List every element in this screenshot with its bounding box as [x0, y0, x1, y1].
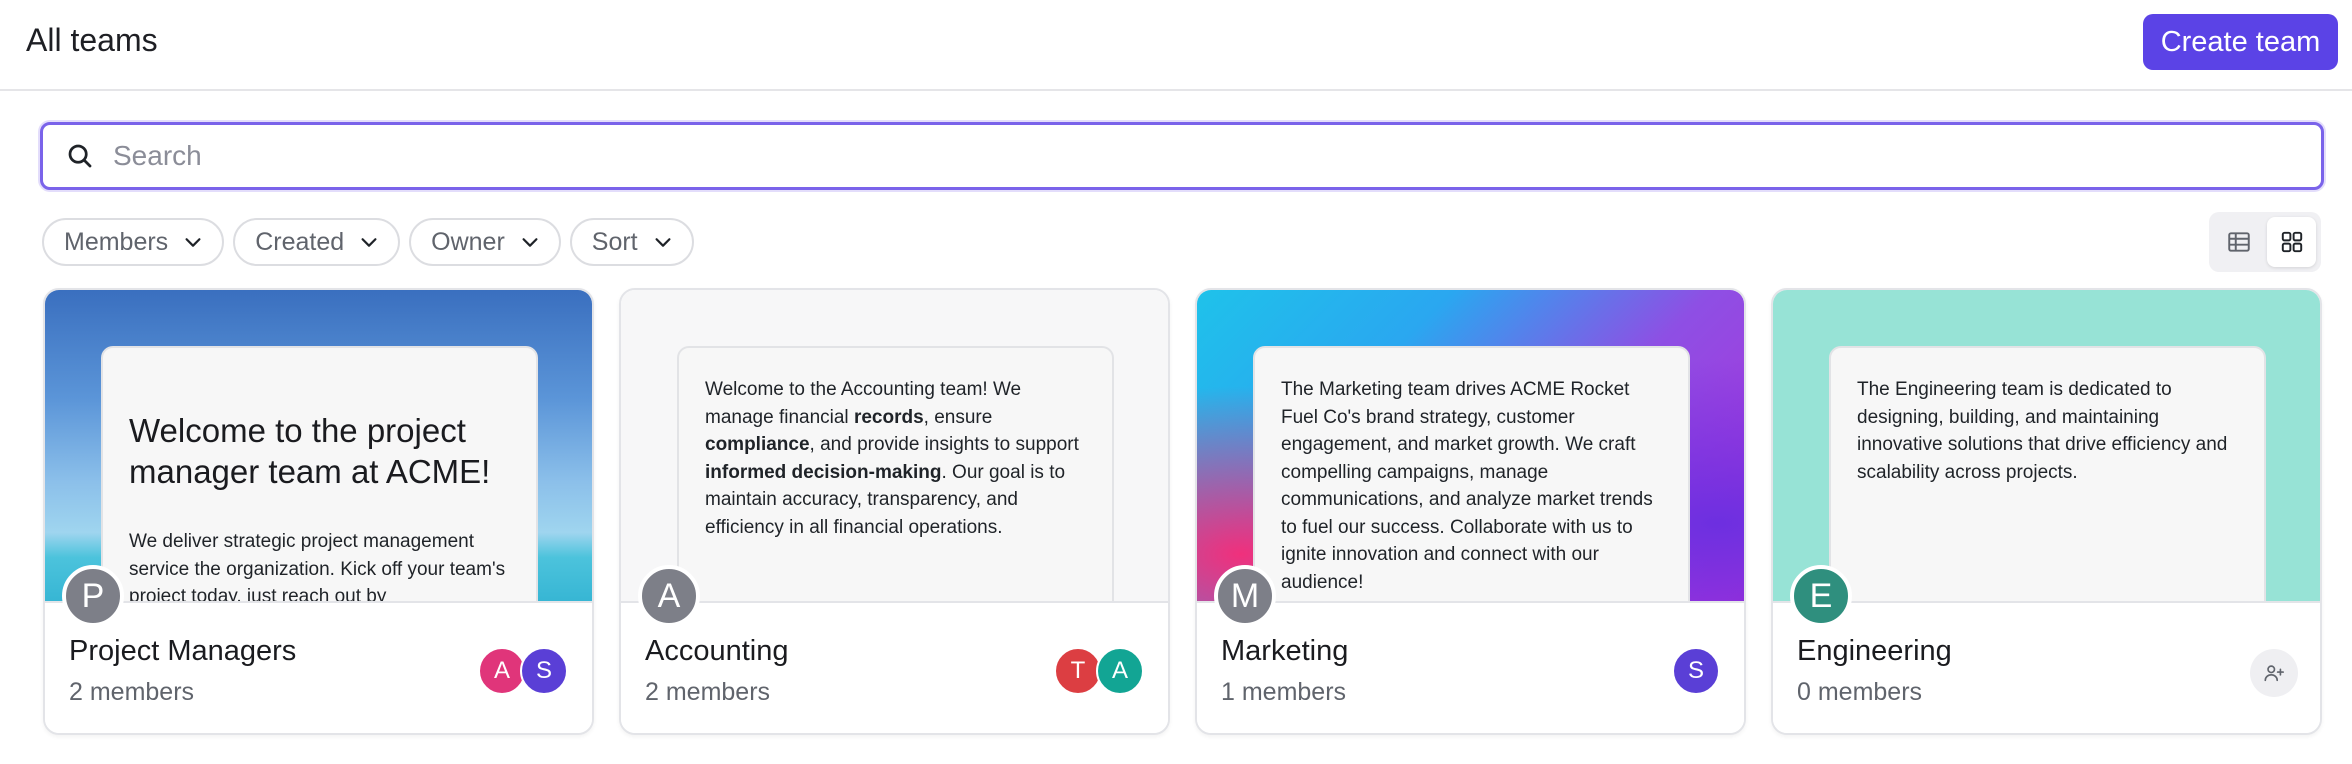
- team-name: Marketing: [1221, 635, 1349, 667]
- filter-label: Created: [255, 227, 345, 256]
- note-title: Welcome to the project manager team at A…: [129, 412, 491, 490]
- member-count: 1 members: [1221, 678, 1347, 706]
- owner-filter[interactable]: Owner: [409, 218, 561, 266]
- table-icon: [2227, 232, 2250, 252]
- team-avatar: E: [1790, 565, 1852, 627]
- team-description: Welcome to the project manager team at A…: [101, 346, 538, 601]
- chevron-down-icon: [655, 238, 671, 247]
- member-avatar[interactable]: T: [1054, 647, 1102, 695]
- team-cover: Welcome to the project manager team at A…: [45, 290, 592, 601]
- card-footer: Accounting 2 members T A: [621, 601, 1168, 733]
- card-footer: Project Managers 2 members A S: [45, 601, 592, 733]
- team-avatar: A: [638, 565, 700, 627]
- team-cover: The Engineering team is dedicated to des…: [1773, 290, 2320, 601]
- table-view-button[interactable]: [2214, 217, 2263, 267]
- member-count: 2 members: [69, 678, 195, 706]
- add-member-button[interactable]: [2250, 649, 2298, 697]
- team-name: Project Managers: [69, 635, 297, 667]
- team-cover: Welcome to the Accounting team! We manag…: [621, 290, 1168, 601]
- page-title: All teams: [26, 22, 158, 58]
- created-filter[interactable]: Created: [233, 218, 401, 266]
- member-avatars: T A: [1054, 647, 1144, 695]
- team-card-marketing[interactable]: The Marketing team drives ACME Rocket Fu…: [1195, 288, 1746, 735]
- member-avatar[interactable]: A: [1096, 647, 1144, 695]
- note-body: The Marketing team drives ACME Rocket Fu…: [1281, 379, 1653, 593]
- team-description: The Marketing team drives ACME Rocket Fu…: [1253, 346, 1690, 601]
- members-filter[interactable]: Members: [42, 218, 225, 266]
- member-avatars: S: [1672, 647, 1720, 695]
- sort-filter[interactable]: Sort: [569, 218, 694, 266]
- member-avatar[interactable]: S: [1672, 647, 1720, 695]
- card-footer: Engineering 0 members: [1773, 601, 2320, 733]
- team-name: Accounting: [645, 635, 789, 667]
- team-card-accounting[interactable]: Welcome to the Accounting team! We manag…: [619, 288, 1170, 735]
- team-card-engineering[interactable]: The Engineering team is dedicated to des…: [1771, 288, 2322, 735]
- team-card-project-managers[interactable]: Welcome to the project manager team at A…: [43, 288, 594, 735]
- search-input[interactable]: [113, 140, 2321, 172]
- team-description: The Engineering team is dedicated to des…: [1829, 346, 2266, 601]
- chevron-down-icon: [185, 238, 201, 247]
- user-plus-icon: [2264, 665, 2284, 682]
- member-count: 2 members: [645, 678, 771, 706]
- page-header: All teams Create team: [0, 0, 2352, 91]
- grid-view-button[interactable]: [2267, 217, 2316, 267]
- filter-label: Owner: [431, 227, 505, 256]
- card-footer: Marketing 1 members S: [1197, 601, 1744, 733]
- team-name: Engineering: [1797, 635, 1952, 667]
- note-body: We deliver strategic project management …: [129, 531, 506, 601]
- chevron-down-icon: [522, 238, 538, 247]
- member-avatar[interactable]: A: [478, 647, 526, 695]
- team-cover: The Marketing team drives ACME Rocket Fu…: [1197, 290, 1744, 601]
- filter-label: Sort: [591, 227, 638, 256]
- member-avatars: A S: [478, 647, 568, 695]
- filter-bar: Members Created Owner Sort: [42, 218, 694, 266]
- search-bar[interactable]: [40, 122, 2324, 190]
- filter-label: Members: [64, 227, 169, 256]
- team-description: Welcome to the Accounting team! We manag…: [677, 346, 1114, 601]
- member-avatar[interactable]: S: [520, 647, 568, 695]
- note-body: The Engineering team is dedicated to des…: [1857, 379, 2228, 483]
- search-icon: [68, 144, 92, 168]
- member-count: 0 members: [1797, 678, 1923, 706]
- note-body: Welcome to the Accounting team! We manag…: [705, 379, 1079, 538]
- team-avatar: M: [1214, 565, 1276, 627]
- team-avatar: P: [62, 565, 124, 627]
- chevron-down-icon: [361, 238, 377, 247]
- create-team-button[interactable]: Create team: [2143, 14, 2338, 70]
- view-toggle: [2209, 212, 2321, 272]
- grid-icon: [2281, 231, 2302, 253]
